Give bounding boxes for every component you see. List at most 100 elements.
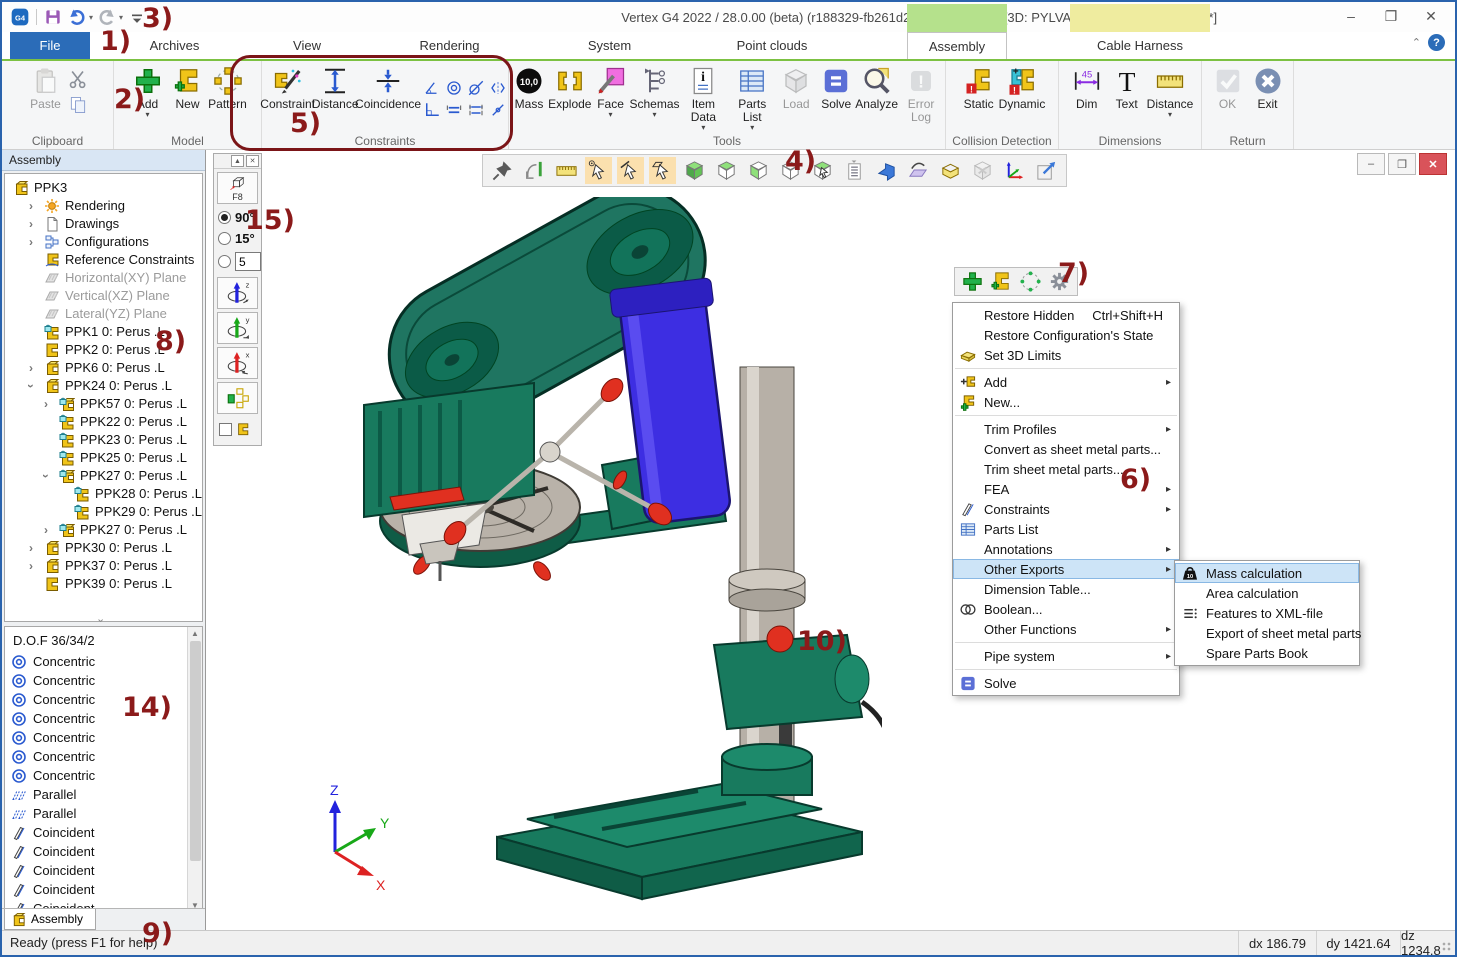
doc-close-button[interactable]: ✕ (1419, 153, 1447, 175)
dynamic-button[interactable]: !Dynamic (999, 63, 1046, 111)
add-button[interactable] (961, 270, 984, 293)
dof-item-concentric[interactable]: Concentric (5, 747, 202, 766)
tab-file[interactable]: File (10, 32, 90, 59)
parts-list-button[interactable]: Parts List▾ (728, 63, 776, 132)
item-data-button[interactable]: iItem Data▾ (678, 63, 728, 132)
hidden-line-view-icon[interactable] (745, 157, 772, 184)
face-button[interactable]: Face▾ (591, 63, 631, 119)
measure-route-icon[interactable] (521, 157, 548, 184)
menu-item-features-to-xml-file[interactable]: Features to XML-file (1175, 603, 1359, 623)
feature-list-icon[interactable] (841, 157, 868, 184)
redo-button[interactable] (97, 7, 117, 27)
panel-collapse-icon[interactable]: ▲ (231, 155, 244, 167)
tree-item-lateral-yz-plane[interactable]: Lateral(YZ) Plane (5, 305, 202, 323)
tree-item-ppk2-0-perus-l[interactable]: PPK2 0: Perus .L (5, 341, 202, 359)
menu-item-trim-sheet-metal-parts[interactable]: Trim sheet metal parts... (953, 459, 1179, 479)
menu-item-other-functions[interactable]: Other Functions▸ (953, 619, 1179, 639)
rotate-z-button[interactable]: z (217, 277, 258, 309)
explode-button[interactable]: Explode (549, 63, 591, 111)
dof-item-concentric[interactable]: Concentric (5, 709, 202, 728)
chevron-collapsed-icon[interactable]: › (29, 235, 33, 249)
tree-item-ppk27-0-perus-l[interactable]: ›PPK27 0: Perus .L (5, 467, 202, 485)
tree-item-horizontal-xy-plane[interactable]: Horizontal(XY) Plane (5, 269, 202, 287)
tree-item-ppk27-0-perus-l[interactable]: ›PPK27 0: Perus .L (5, 521, 202, 539)
dof-item-coincident[interactable]: Coincident (5, 823, 202, 842)
tree-item-rendering[interactable]: ›Rendering (5, 197, 202, 215)
exit-button[interactable]: Exit (1248, 63, 1288, 111)
pattern-button[interactable]: Pattern (208, 63, 248, 111)
tree-item-ppk39-0-perus-l[interactable]: PPK39 0: Perus .L (5, 575, 202, 593)
part-view-icon[interactable] (873, 157, 900, 184)
tree-item-ppk37-0-perus-l[interactable]: ›PPK37 0: Perus .L (5, 557, 202, 575)
copy-button[interactable] (68, 95, 88, 115)
chevron-collapsed-icon[interactable]: › (29, 361, 33, 375)
menu-item-boolean[interactable]: Boolean... (953, 599, 1179, 619)
chevron-collapsed-icon[interactable]: › (29, 541, 33, 555)
angle-constraint-button[interactable] (423, 79, 441, 97)
box-disabled-icon[interactable] (969, 157, 996, 184)
undo-button[interactable] (67, 7, 87, 27)
menu-item-solve[interactable]: Solve (953, 673, 1179, 693)
ruler-icon[interactable] (553, 157, 580, 184)
3d-viewport[interactable]: ▲ ✕ F8 90°15° zyx –❐✕ (207, 150, 1455, 930)
text-button[interactable]: TText (1107, 63, 1147, 111)
dof-item-coincident[interactable]: Coincident (5, 842, 202, 861)
tree-item-vertical-xz-plane[interactable]: Vertical(XZ) Plane (5, 287, 202, 305)
analyze-button[interactable]: Analyze (856, 63, 897, 111)
tree-item-ppk57-0-perus-l[interactable]: ›PPK57 0: Perus .L (5, 395, 202, 413)
menu-item-add[interactable]: Add▸ (953, 372, 1179, 392)
3d-limits-icon[interactable] (937, 157, 964, 184)
mass-button[interactable]: 10,0Mass (509, 63, 549, 111)
dof-item-coincident[interactable]: Coincident (5, 880, 202, 899)
equal-constraint-button[interactable] (445, 101, 463, 119)
rotate-y-button[interactable]: y (217, 312, 258, 344)
concentric-constraint-button[interactable] (445, 79, 463, 97)
dof-scrollbar[interactable]: ▲ ▼ (187, 627, 202, 912)
coincidence-button[interactable]: Coincidence (357, 63, 419, 111)
tree-item-ppk30-0-perus-l[interactable]: ›PPK30 0: Perus .L (5, 539, 202, 557)
chevron-expanded-icon[interactable]: › (24, 384, 38, 388)
tangent-constraint-button[interactable] (467, 79, 485, 97)
select-point-icon[interactable] (585, 157, 612, 184)
menu-item-new[interactable]: New... (953, 392, 1179, 412)
select-face-icon[interactable] (649, 157, 676, 184)
pattern-button[interactable] (1019, 270, 1042, 293)
dof-item-concentric[interactable]: Concentric (5, 652, 202, 671)
doc-restore-button[interactable]: ❐ (1388, 153, 1416, 175)
tree-item-ppk25-0-perus-l[interactable]: PPK25 0: Perus .L (5, 449, 202, 467)
dof-item-concentric[interactable]: Concentric (5, 766, 202, 785)
rotate-x-button[interactable]: x (217, 347, 258, 379)
maximize-button[interactable]: ❐ (1371, 2, 1411, 30)
new-button[interactable]: New (168, 63, 208, 111)
scroll-up-icon[interactable]: ▲ (188, 629, 202, 638)
parallel-distance-constraint-button[interactable] (467, 101, 485, 119)
scroll-thumb[interactable] (190, 641, 201, 861)
menu-item-set-3d-limits[interactable]: Set 3D Limits (953, 345, 1179, 365)
dof-item-concentric[interactable]: Concentric (5, 671, 202, 690)
save-button[interactable] (43, 7, 63, 27)
tree-item-ppk28-0-perus-l[interactable]: PPK28 0: Perus .L (5, 485, 202, 503)
collapse-ribbon-icon[interactable]: ⌃ (1412, 36, 1421, 49)
select-edge-icon[interactable] (617, 157, 644, 184)
tab-system[interactable]: System (567, 32, 652, 59)
dof-item-concentric[interactable]: Concentric (5, 690, 202, 709)
wireframe-view-icon[interactable] (777, 157, 804, 184)
chevron-collapsed-icon[interactable]: › (44, 397, 48, 411)
symmetry-constraint-button[interactable] (489, 79, 507, 97)
chevron-collapsed-icon[interactable]: › (29, 199, 33, 213)
menu-item-annotations[interactable]: Annotations▸ (953, 539, 1179, 559)
tree-item-reference-constraints[interactable]: Reference Constraints (5, 251, 202, 269)
tree-item-ppk3[interactable]: PPK3 (5, 179, 202, 197)
chevron-collapsed-icon[interactable]: › (29, 559, 33, 573)
tree-item-ppk1-0-perus-l[interactable]: PPK1 0: Perus .L (5, 323, 202, 341)
select-solid-icon[interactable] (809, 157, 836, 184)
tab-archives[interactable]: Archives (127, 32, 222, 59)
g4-logo[interactable]: G4 (10, 7, 30, 27)
shaded-view-icon[interactable] (681, 157, 708, 184)
new-button[interactable] (990, 270, 1013, 293)
schemas-button[interactable]: Schemas▾ (631, 63, 679, 119)
undo-button-dropdown-icon[interactable]: ▾ (89, 13, 93, 22)
tab-cable-harness[interactable]: Cable Harness (1070, 32, 1210, 59)
dof-collapse-icon[interactable]: ⌄ (96, 612, 105, 625)
shaded-top-view-icon[interactable] (713, 157, 740, 184)
